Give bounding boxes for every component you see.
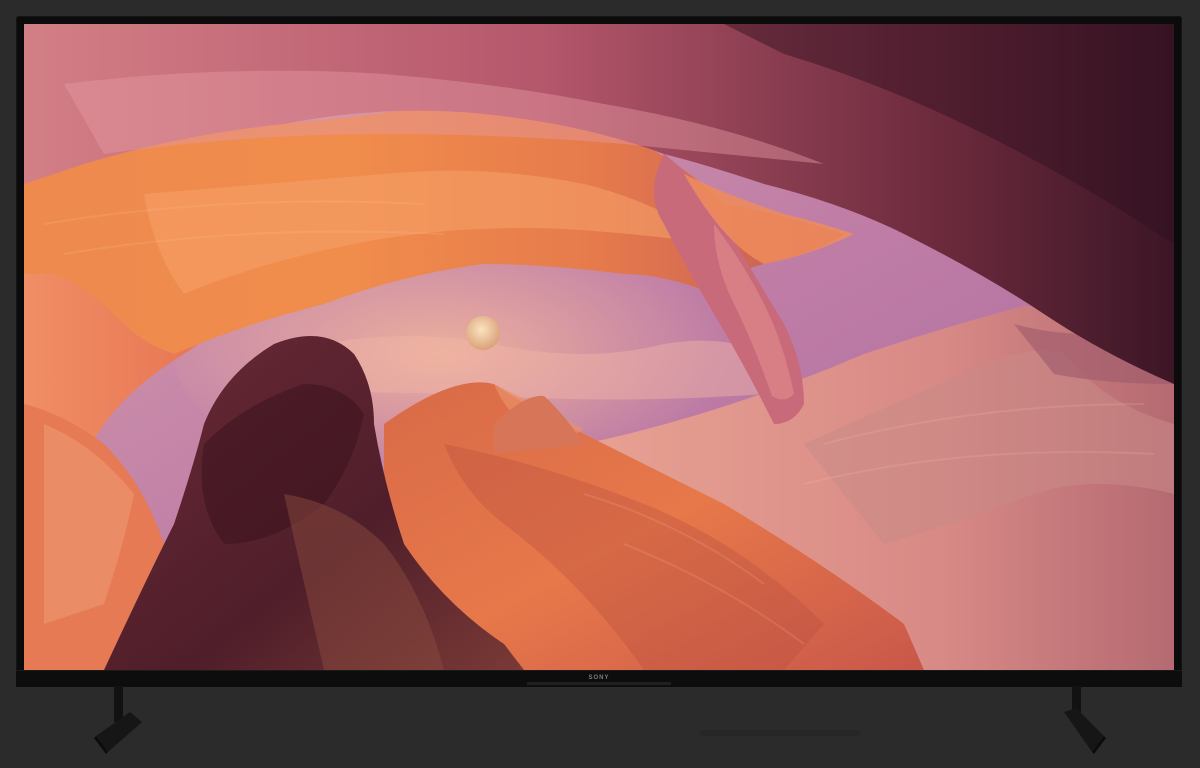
tv-stand-right: [1052, 686, 1112, 756]
moon: [466, 316, 500, 350]
tv-screen: [24, 24, 1174, 670]
canyon-wallpaper: [24, 24, 1174, 670]
floor-shadow: [700, 730, 860, 736]
product-stage: SONY: [0, 0, 1200, 768]
tv-stand-left: [92, 686, 152, 756]
brand-logo: SONY: [588, 675, 610, 681]
